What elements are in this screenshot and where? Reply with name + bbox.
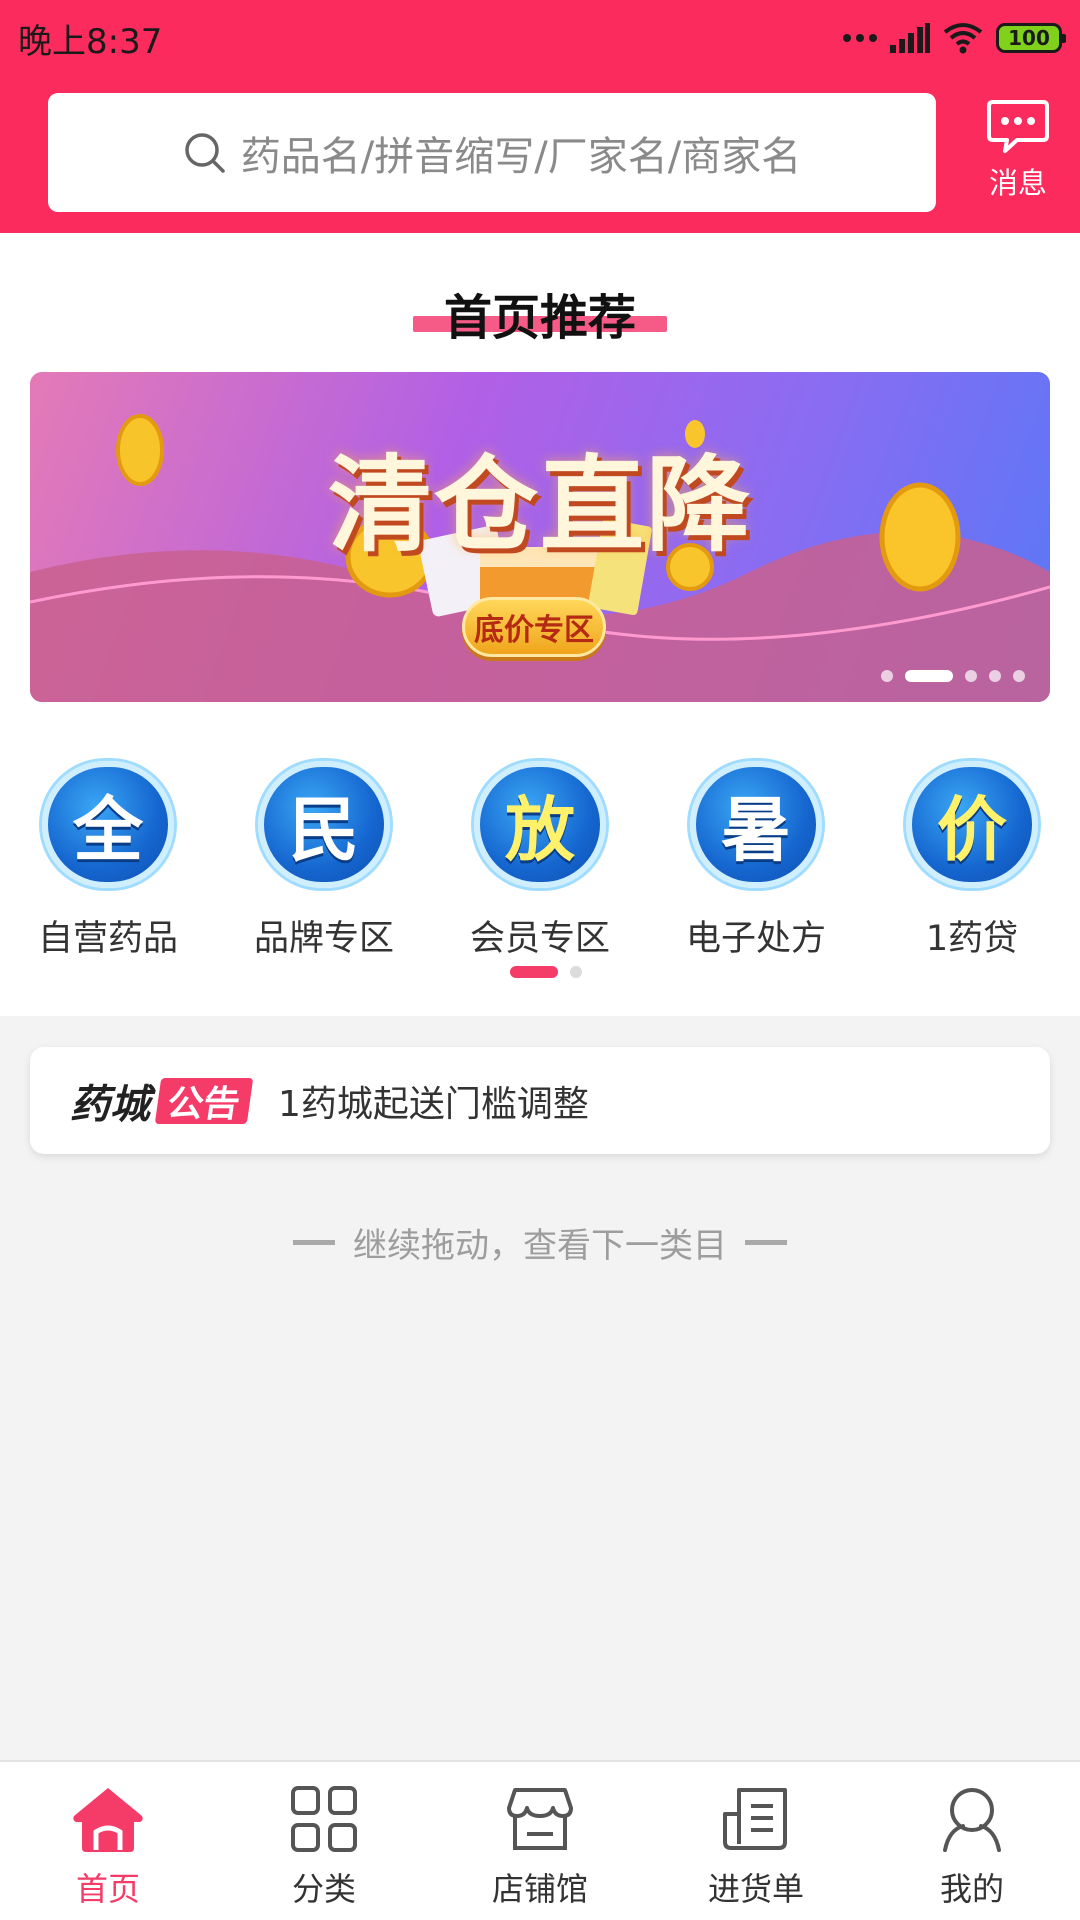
bottom-tab-bar: 首页 分类 店铺馆 进货单 我的 [0,1760,1080,1920]
category-label: 1药贷 [925,919,1019,959]
store-icon [507,1788,573,1850]
category-min-icon: 民 [258,761,390,888]
search-placeholder: 药品名/拼音缩写/厂家名/商家名 [240,133,802,180]
grid-icon [291,1786,357,1852]
pagination-dot-active [510,966,558,978]
tab-purchase-list[interactable]: 进货单 [648,1762,864,1920]
pagination-dot [1013,670,1025,682]
divider [745,1240,787,1245]
order-list-icon [723,1788,787,1850]
category-shu-icon: 暑 [690,761,822,888]
search-icon [185,132,225,173]
status-time: 晚上8:37 [18,22,163,62]
status-bar: 晚上8:37 100 [0,0,1080,74]
more-dots-icon [843,34,877,42]
message-button[interactable]: 消息 [968,98,1068,208]
battery-indicator: 100 [996,23,1066,53]
drag-hint: 继续拖动，查看下一类目 [0,1218,1080,1267]
announcement-text: 1药城起送门槛调整 [278,1083,589,1125]
category-loan[interactable]: 价 1药贷 [864,761,1080,961]
tab-label: 分类 [291,1870,356,1908]
wifi-icon [943,23,983,54]
category-quan-icon: 全 [42,761,174,888]
tab-label: 首页 [75,1870,140,1908]
category-label: 品牌专区 [253,919,394,959]
pagination-dot [965,670,977,682]
category-e-prescription[interactable]: 暑 电子处方 [648,761,864,961]
tab-category[interactable]: 分类 [216,1762,432,1920]
banner-headline: 清仓直降 [327,443,752,566]
search-input[interactable]: 药品名/拼音缩写/厂家名/商家名 [48,93,936,212]
category-label: 电子处方 [685,919,826,959]
promo-banner[interactable]: 清仓直降 底价专区 [30,372,1050,702]
category-label: 会员专区 [469,919,610,959]
person-icon [943,1788,1001,1852]
category-jia-icon: 价 [906,761,1038,888]
category-pagination [510,966,582,978]
header: 晚上8:37 100 药品名/拼音缩写/厂家名/商家名 消息 [0,0,1080,233]
drag-hint-text: 继续拖动，查看下一类目 [353,1226,727,1266]
category-row: 全 自营药品 民 品牌专区 放 会员专区 暑 电子处方 价 1药贷 [0,761,1080,961]
status-icons: 100 [842,18,1066,58]
chat-bubble-icon [987,100,1049,153]
category-label: 自营药品 [37,919,178,959]
pagination-dot [989,670,1001,682]
announcement-bar[interactable]: 药城 公告 1药城起送门槛调整 [30,1047,1050,1154]
section-title: 首页推荐 [443,290,636,346]
message-label: 消息 [988,166,1047,200]
category-fang-icon: 放 [474,761,606,888]
tab-label: 我的 [939,1870,1004,1908]
category-brand-zone[interactable]: 民 品牌专区 [216,761,432,961]
category-self-operated[interactable]: 全 自营药品 [0,761,216,961]
pagination-dot [881,670,893,682]
tab-stores[interactable]: 店铺馆 [432,1762,648,1920]
tab-label: 进货单 [707,1870,804,1908]
tab-home[interactable]: 首页 [0,1762,216,1920]
pagination-dot-active [905,670,953,682]
banner-cta-button[interactable]: 底价专区 [462,597,606,657]
pagination-dot [570,966,582,978]
announcement-tag: 公告 [154,1077,254,1125]
recommend-section: 首页推荐 清仓直降 底价专区 全 自营药品 民 品牌专区 放 会员专区 暑 电子… [0,233,1080,1016]
tab-label: 店铺馆 [491,1870,588,1908]
tab-mine[interactable]: 我的 [864,1762,1080,1920]
category-member-zone[interactable]: 放 会员专区 [432,761,648,961]
home-icon [73,1788,143,1852]
signal-icon [890,23,930,53]
divider [293,1240,335,1245]
announcement-brand: 药城 [70,1081,150,1128]
banner-pagination [881,670,1025,682]
